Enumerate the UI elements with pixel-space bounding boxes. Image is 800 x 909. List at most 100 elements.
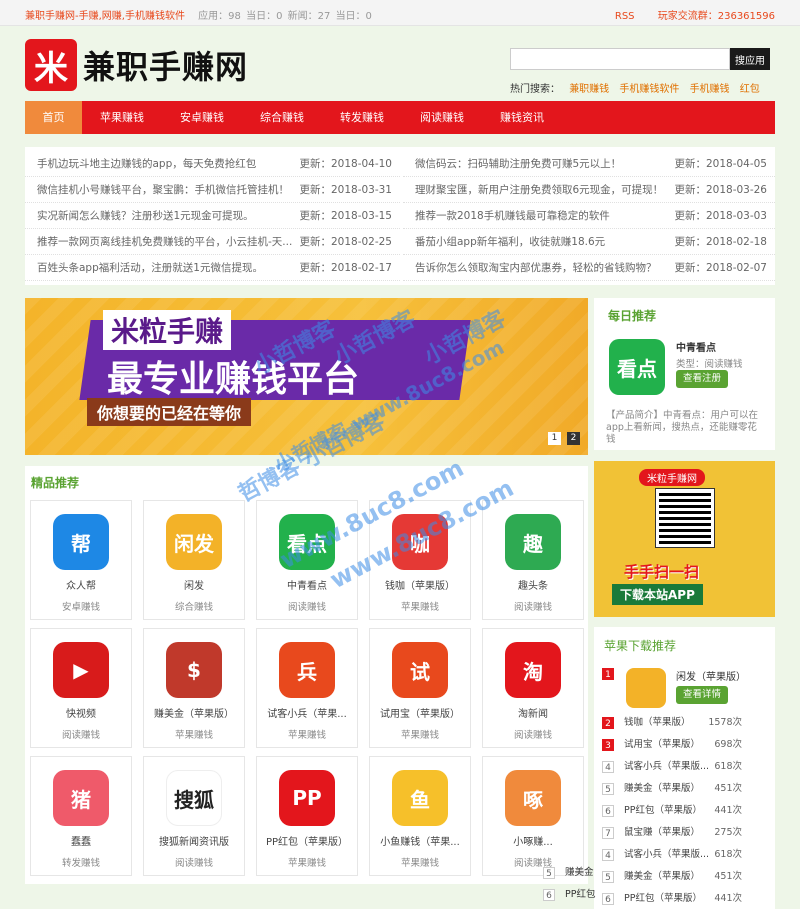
app-icon[interactable]: 咖 <box>392 514 448 570</box>
app-name[interactable]: 淘新闻 <box>483 705 583 720</box>
app-name[interactable]: 蠢蠢 <box>31 833 131 848</box>
app-icon[interactable]: PP <box>279 770 335 826</box>
app-name[interactable]: 小鱼赚钱（苹果... <box>370 833 470 848</box>
news-title[interactable]: 推荐一款网页离线挂机免费赚钱的平台，小云挂机-天... <box>37 229 292 254</box>
nav-share[interactable]: 转发赚钱 <box>322 101 402 134</box>
app-name[interactable]: 试用宝（苹果版） <box>370 705 470 720</box>
app-name[interactable]: 搜狐新闻资讯版 <box>144 833 244 848</box>
news-title[interactable]: 告诉你怎么领取淘宝内部优惠券，轻松的省钱购物？ <box>415 255 657 280</box>
news-title[interactable]: 微信挂机小号赚钱平台，聚宝鹏：手机微信托管挂机！ <box>37 177 289 202</box>
nav-home[interactable]: 首页 <box>25 101 82 134</box>
app-name[interactable]: 小啄赚... <box>483 833 583 848</box>
view-register-button[interactable]: 查看注册 <box>676 370 728 388</box>
banner-page-1[interactable]: 1 <box>548 432 561 445</box>
nav-android[interactable]: 安卓赚钱 <box>162 101 242 134</box>
apple-top-name[interactable]: 闲发（苹果版） <box>676 668 746 683</box>
app-card[interactable]: $ 赚美金（苹果版） 苹果赚钱 <box>143 628 245 748</box>
promo-banner[interactable]: 米粒手赚 最专业赚钱平台 你想要的已经在等你 1 2 <box>25 298 588 455</box>
nav-general[interactable]: 综合赚钱 <box>242 101 322 134</box>
app-icon[interactable]: 趣 <box>505 514 561 570</box>
hot-keyword[interactable]: 手机赚钱软件 <box>619 84 679 95</box>
app-icon[interactable]: 啄 <box>505 770 561 826</box>
app-icon[interactable]: 搜狐 <box>166 770 222 826</box>
news-title[interactable]: 理财聚宝匯，新用户注册免费领取6元现金，可提现！ <box>415 177 663 202</box>
list-item[interactable]: 4 试客小兵（苹果版... 618次 <box>602 844 770 866</box>
rss-link[interactable]: RSS <box>615 11 635 22</box>
app-card[interactable]: 啄小啄赚... 阅读赚钱 <box>482 756 584 876</box>
news-item[interactable]: 推荐一款网页离线挂机免费赚钱的平台，小云挂机-天... 更新：2018-02-25 <box>25 229 400 255</box>
app-name[interactable]: 赚美金（苹果版） <box>144 705 244 720</box>
app-icon[interactable]: 看点 <box>609 339 665 395</box>
news-item[interactable]: 理财聚宝匯，新用户注册免费领取6元现金，可提现！ 更新：2018-03-26 <box>403 177 775 203</box>
app-card[interactable]: 淘淘新闻 阅读赚钱 <box>482 628 584 748</box>
app-icon[interactable]: 帮 <box>53 514 109 570</box>
news-item[interactable]: 告诉你怎么领取淘宝内部优惠券，轻松的省钱购物？ 更新：2018-02-07 <box>403 255 775 281</box>
news-title[interactable]: 百姓头条app福利活动，注册就送1元微信提现。 <box>37 255 263 280</box>
list-item[interactable]: 6 PP红包 <box>543 884 595 906</box>
app-name[interactable]: 中青看点 <box>257 577 357 592</box>
app-icon[interactable]: 闲发 <box>166 514 222 570</box>
list-item-name[interactable]: 试用宝（苹果版） <box>624 734 700 756</box>
hot-keyword[interactable]: 红包 <box>740 84 760 95</box>
list-item-name[interactable]: 赚美金 <box>565 862 594 884</box>
app-icon[interactable]: 猪 <box>53 770 109 826</box>
app-name[interactable]: PP红包（苹果版） <box>257 833 357 848</box>
hot-keyword[interactable]: 兼职赚钱 <box>569 84 609 95</box>
site-logo[interactable]: 米 兼职手赚网 <box>25 39 248 91</box>
list-item-name[interactable]: 钱咖（苹果版） <box>624 712 691 734</box>
app-name[interactable]: 闲发 <box>144 577 244 592</box>
app-card[interactable]: 看点 中青看点 阅读赚钱 <box>256 500 358 620</box>
list-item-name[interactable]: PP红包（苹果版） <box>624 800 702 822</box>
list-item[interactable]: 2 钱咖（苹果版） 1578次 <box>602 712 770 734</box>
nav-apple[interactable]: 苹果赚钱 <box>82 101 162 134</box>
news-title[interactable]: 推荐一款2018手机赚钱最可靠稳定的软件 <box>415 203 610 228</box>
banner-page-2[interactable]: 2 <box>567 432 580 445</box>
list-item-name[interactable]: 试客小兵（苹果版... <box>624 756 709 778</box>
app-card[interactable]: 趣趣头条 阅读赚钱 <box>482 500 584 620</box>
app-name[interactable]: 众人帮 <box>31 577 131 592</box>
app-card[interactable]: 闲发 闲发 综合赚钱 <box>143 500 245 620</box>
news-item[interactable]: 推荐一款2018手机赚钱最可靠稳定的软件 更新：2018-03-03 <box>403 203 775 229</box>
app-name[interactable]: 趣头条 <box>483 577 583 592</box>
app-card[interactable]: 试试用宝（苹果版） 苹果赚钱 <box>369 628 471 748</box>
app-card[interactable]: ▶ 快视频 阅读赚钱 <box>30 628 132 748</box>
list-item[interactable]: 5 赚美金（苹果版） 451次 <box>602 866 770 888</box>
news-title[interactable]: 实况新闻怎么赚钱？注册秒送1元现金可提现。 <box>37 203 254 228</box>
news-item[interactable]: 手机边玩斗地主边赚钱的app，每天免费抢红包 更新：2018-04-10 <box>25 151 400 177</box>
search-button[interactable]: 搜应用 <box>730 48 770 70</box>
news-item[interactable]: 微信码云：扫码辅助注册免费可赚5元以上！ 更新：2018-04-05 <box>403 151 775 177</box>
list-item-name[interactable]: PP红包（苹果版） <box>624 888 702 909</box>
app-icon[interactable] <box>626 668 666 708</box>
list-item[interactable]: 7 鼠宝赚（苹果版） 275次 <box>602 822 770 844</box>
search-input[interactable] <box>510 48 730 70</box>
app-icon[interactable]: $ <box>166 642 222 698</box>
list-item-name[interactable]: 试客小兵（苹果版... <box>624 844 709 866</box>
qq-group-link[interactable]: 玩家交流群：236361596 <box>658 11 775 22</box>
app-card[interactable]: 咖钱咖（苹果版） 苹果赚钱 <box>369 500 471 620</box>
app-card[interactable]: PP PP红包（苹果版） 苹果赚钱 <box>256 756 358 876</box>
news-title[interactable]: 番茄小组app新年福利，收徒就赚18.6元 <box>415 229 605 254</box>
list-item-name[interactable]: 赚美金（苹果版） <box>624 778 700 800</box>
list-item-name[interactable]: 鼠宝赚（苹果版） <box>624 822 700 844</box>
view-detail-button[interactable]: 查看详情 <box>676 686 728 704</box>
list-item-name[interactable]: 赚美金（苹果版） <box>624 866 700 888</box>
app-card[interactable]: 兵试客小兵（苹果... 苹果赚钱 <box>256 628 358 748</box>
nav-news[interactable]: 赚钱资讯 <box>482 101 562 134</box>
app-name[interactable]: 试客小兵（苹果... <box>257 705 357 720</box>
daily-app-name[interactable]: 中青看点 <box>676 339 716 354</box>
app-name[interactable]: 钱咖（苹果版） <box>370 577 470 592</box>
list-item[interactable]: 6 PP红包（苹果版） 441次 <box>602 800 770 822</box>
app-icon[interactable]: 看点 <box>279 514 335 570</box>
news-item[interactable]: 微信挂机小号赚钱平台，聚宝鹏：手机微信托管挂机！ 更新：2018-03-31 <box>25 177 400 203</box>
app-name[interactable]: 快视频 <box>31 705 131 720</box>
news-item[interactable]: 番茄小组app新年福利，收徒就赚18.6元 更新：2018-02-18 <box>403 229 775 255</box>
news-item[interactable]: 百姓头条app福利活动，注册就送1元微信提现。 更新：2018-02-17 <box>25 255 400 281</box>
list-item[interactable]: 5 赚美金（苹果版） 451次 <box>602 778 770 800</box>
news-item[interactable]: 实况新闻怎么赚钱？注册秒送1元现金可提现。 更新：2018-03-15 <box>25 203 400 229</box>
list-item[interactable]: 5 赚美金 <box>543 862 595 884</box>
app-card[interactable]: 鱼小鱼赚钱（苹果... 苹果赚钱 <box>369 756 471 876</box>
app-icon[interactable]: 兵 <box>279 642 335 698</box>
app-icon[interactable]: 淘 <box>505 642 561 698</box>
list-item[interactable]: 4 试客小兵（苹果版... 618次 <box>602 756 770 778</box>
news-title[interactable]: 手机边玩斗地主边赚钱的app，每天免费抢红包 <box>37 151 256 176</box>
